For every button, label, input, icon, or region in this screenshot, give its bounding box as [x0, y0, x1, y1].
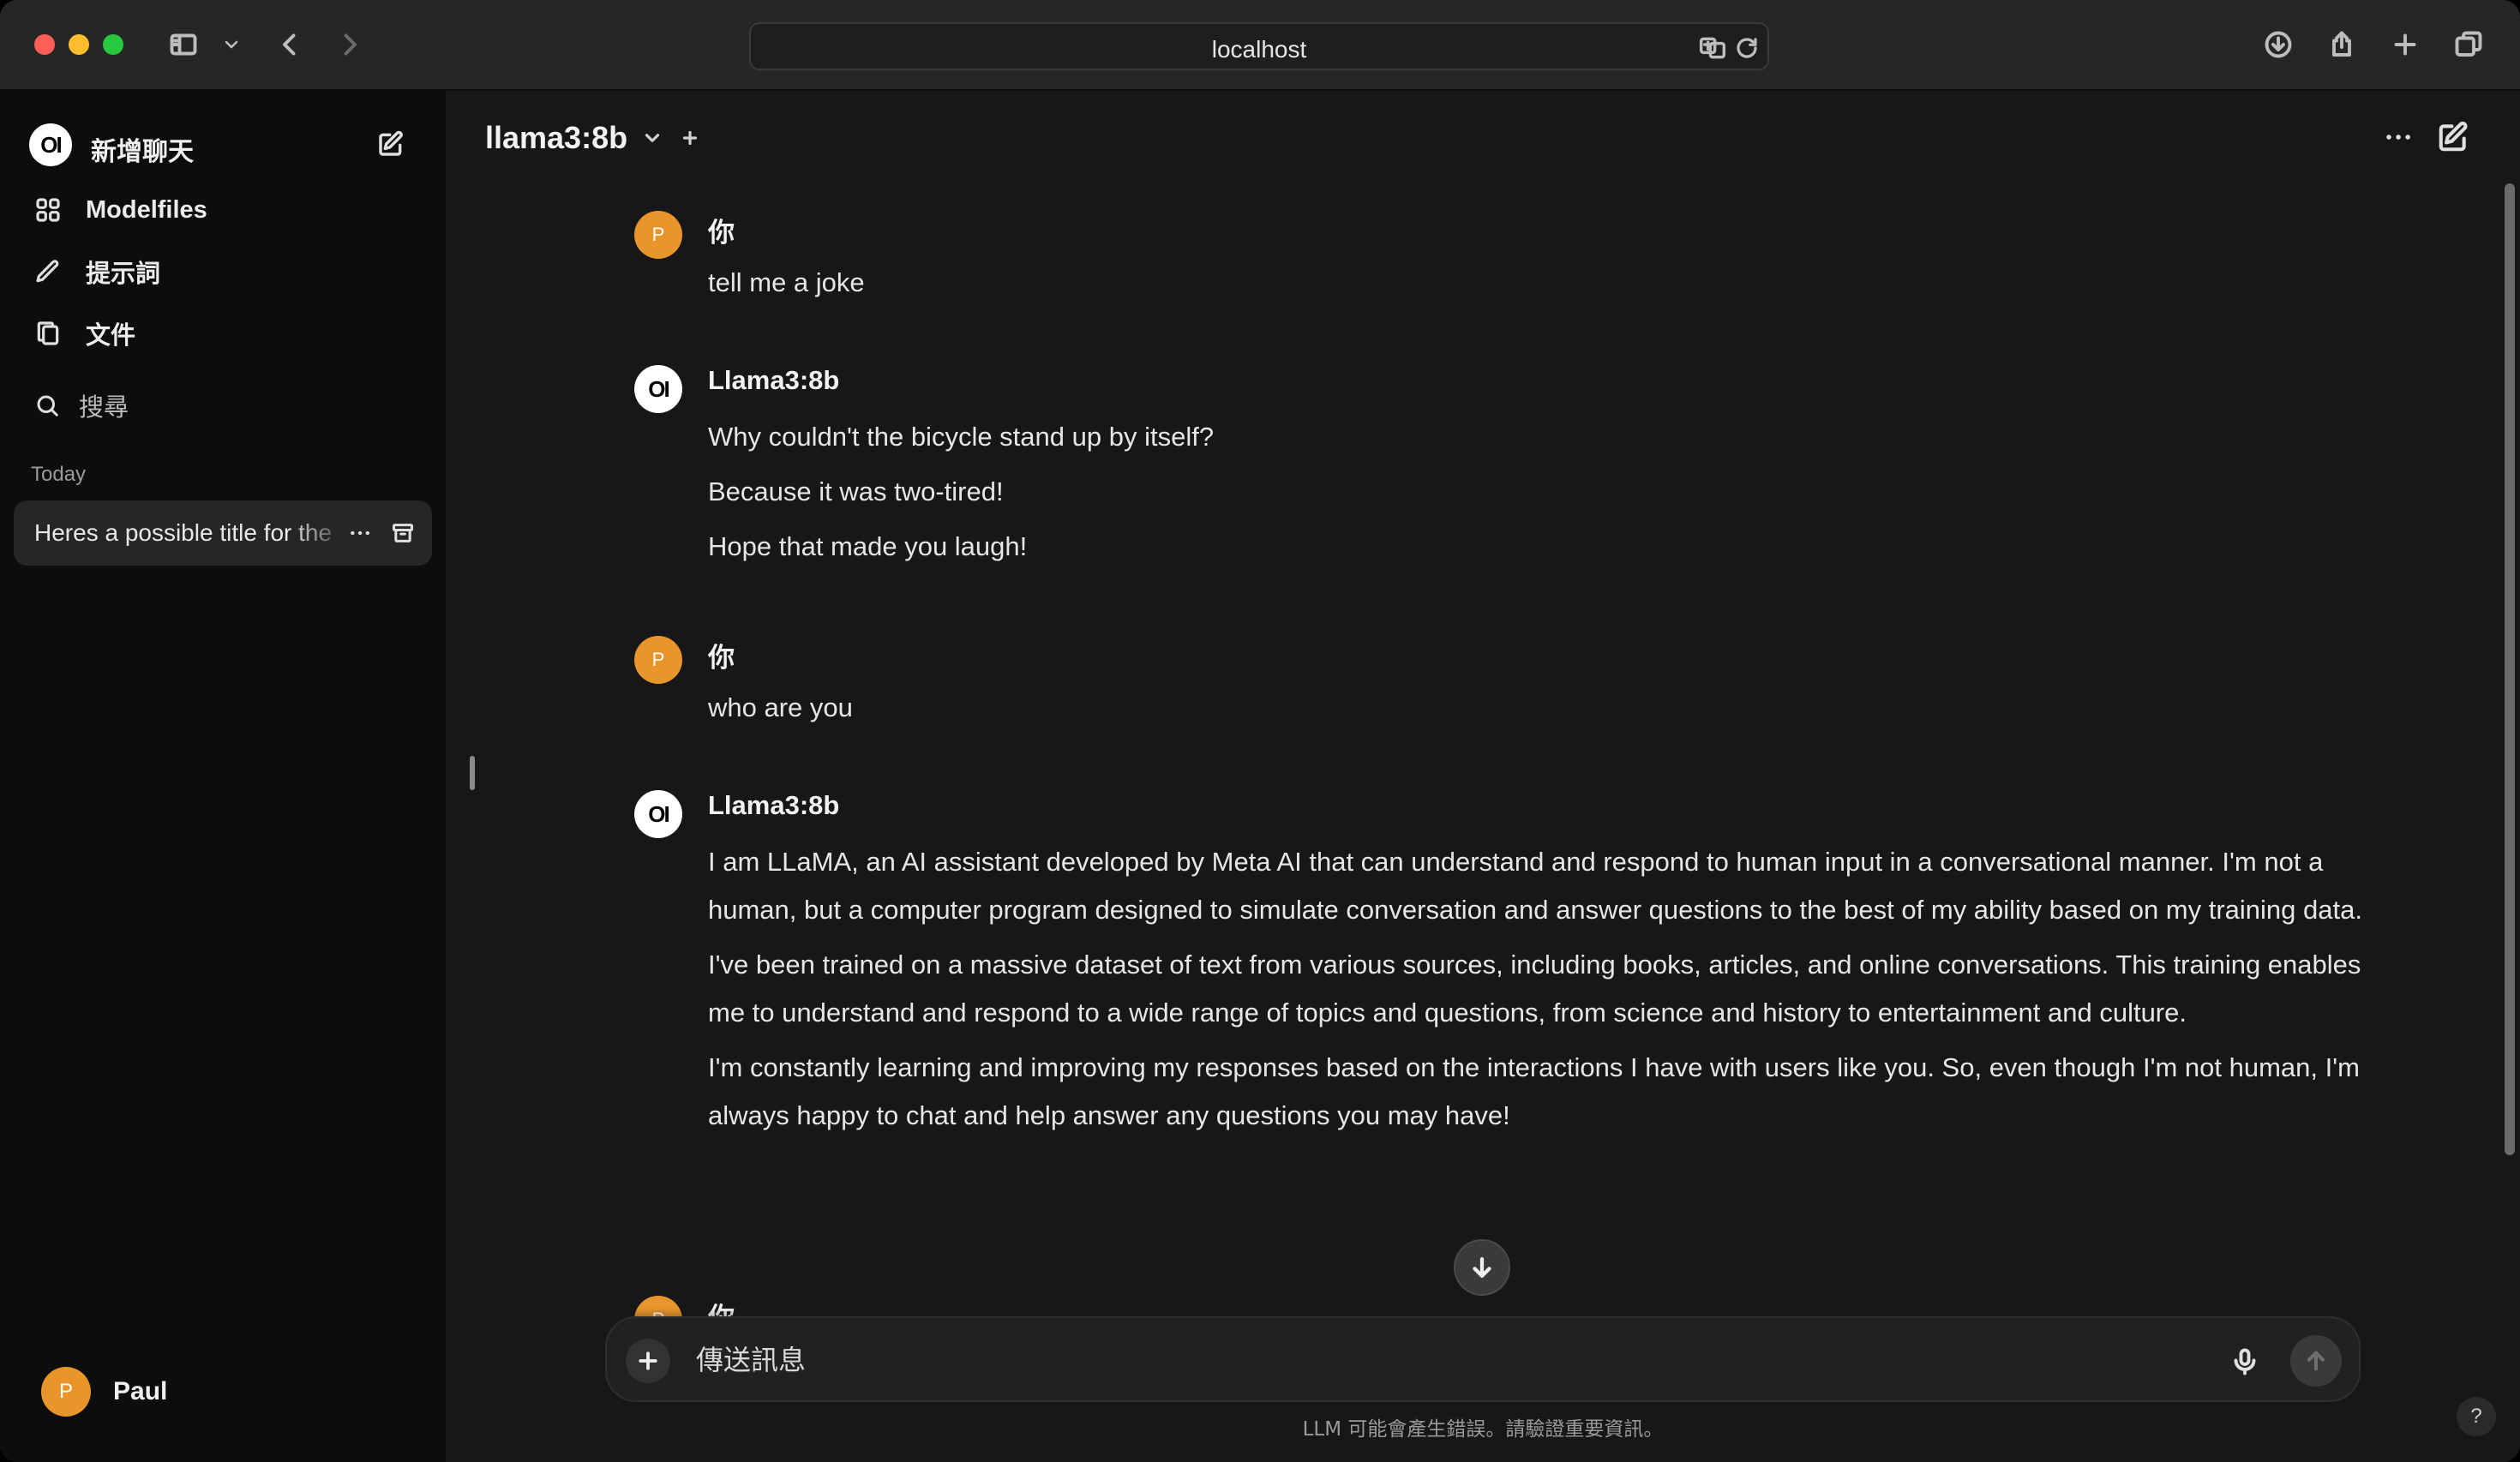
- add-model-icon[interactable]: [679, 127, 701, 149]
- section-today: Today: [31, 463, 87, 486]
- scrollbar[interactable]: [2505, 183, 2515, 1155]
- back-icon[interactable]: [271, 26, 309, 63]
- message-paragraph: who are you: [708, 692, 853, 722]
- minimize-window-button[interactable]: [69, 34, 89, 55]
- tab-overview-icon[interactable]: [2450, 26, 2487, 63]
- more-options-icon[interactable]: [339, 512, 381, 554]
- share-icon[interactable]: [2323, 26, 2361, 63]
- message-paragraph: I've been trained on a massive dataset o…: [708, 950, 2361, 1028]
- user-name: Paul: [113, 1377, 168, 1405]
- new-chat-label[interactable]: 新增聊天: [91, 130, 194, 168]
- address-bar[interactable]: localhost: [749, 22, 1769, 70]
- message-paragraph: I'm constantly learning and improving my…: [708, 1052, 2360, 1130]
- model-avatar: OI: [634, 790, 682, 838]
- sidebar-item-label: Modelfiles: [86, 195, 207, 224]
- sidebar-item-prompts[interactable]: 提示詞: [34, 250, 160, 293]
- pencil-icon: [36, 260, 59, 283]
- downloads-icon[interactable]: [2259, 26, 2297, 63]
- message-paragraph: I am LLaMA, an AI assistant developed by…: [708, 847, 2362, 925]
- archive-icon[interactable]: [382, 512, 423, 554]
- sidebar-item-modelfiles[interactable]: Modelfiles: [34, 189, 207, 231]
- new-chat-icon[interactable]: [2433, 117, 2474, 158]
- message-composer: [605, 1316, 2361, 1402]
- app-logo[interactable]: OI: [29, 123, 72, 166]
- chat-main: llama3:8b P 你 tell me a joke OI Llama3:8…: [446, 91, 2520, 1462]
- modelfiles-icon: [36, 198, 60, 222]
- maximize-window-button[interactable]: [103, 34, 123, 55]
- search-icon: [37, 395, 58, 416]
- message-body: tell me a joke: [708, 259, 2388, 314]
- browser-toolbar: localhost: [0, 0, 2520, 91]
- message-paragraph: Why couldn't the bicycle stand up by its…: [708, 422, 1215, 452]
- documents-icon: [37, 321, 59, 345]
- new-chat-icon[interactable]: [370, 123, 411, 165]
- message-paragraph: tell me a joke: [708, 267, 865, 297]
- forward-icon[interactable]: [331, 26, 369, 63]
- message-author: 你: [708, 643, 735, 673]
- chat-list-item[interactable]: Heres a possible title for the: [14, 500, 432, 566]
- arrow-up-icon: [2307, 1351, 2325, 1371]
- sidebar-item-label: 提示詞: [86, 261, 161, 288]
- message-body: Why couldn't the bicycle stand up by its…: [708, 413, 2388, 578]
- voice-input-button[interactable]: [2223, 1340, 2266, 1383]
- chat-options-icon[interactable]: [2378, 117, 2419, 158]
- disclaimer: LLM 可能會產生錯誤。請驗證重要資訊。: [1302, 1418, 1664, 1441]
- help-button[interactable]: ?: [2457, 1397, 2496, 1436]
- arrow-down-icon: [1473, 1256, 1491, 1279]
- close-window-button[interactable]: [34, 34, 55, 55]
- message-author: Llama3:8b: [708, 790, 840, 820]
- browser-window: localhost OI 新增聊天 Modelfiles 提示詞 文件 搜尋 T…: [0, 0, 2520, 1462]
- sidebar-resize-handle[interactable]: [470, 756, 475, 790]
- model-avatar: OI: [634, 365, 682, 413]
- message-body: who are you: [708, 684, 2388, 739]
- sidebar-toggle-icon[interactable]: [165, 26, 202, 63]
- user-menu[interactable]: P Paul: [41, 1366, 167, 1417]
- send-button[interactable]: [2290, 1335, 2342, 1387]
- message-author: 你: [708, 218, 735, 248]
- plus-icon: [639, 1351, 657, 1370]
- new-tab-icon[interactable]: [2386, 26, 2424, 63]
- attach-button[interactable]: [626, 1339, 670, 1383]
- reload-icon[interactable]: [1728, 29, 1766, 67]
- sidebar-item-documents[interactable]: 文件: [34, 312, 135, 355]
- model-selector[interactable]: llama3:8b: [485, 120, 701, 156]
- chevron-down-icon[interactable]: [214, 26, 249, 63]
- chat-title: Heres a possible title for the: [34, 519, 333, 546]
- message-input[interactable]: [696, 1340, 2205, 1380]
- scroll-to-bottom-button[interactable]: [1454, 1239, 1510, 1296]
- avatar: P: [634, 211, 682, 259]
- message-paragraph: Because it was two-tired!: [708, 476, 1004, 506]
- message-body: I am LLaMA, an AI assistant developed by…: [708, 838, 2388, 1147]
- sidebar: OI 新增聊天 Modelfiles 提示詞 文件 搜尋 Today Heres…: [0, 91, 446, 1462]
- message-author: Llama3:8b: [708, 365, 840, 395]
- translate-icon[interactable]: [1694, 29, 1731, 67]
- microphone-icon: [2234, 1348, 2256, 1375]
- message-paragraph: Hope that made you laugh!: [708, 531, 1028, 561]
- avatar: P: [41, 1367, 91, 1417]
- search-label: 搜尋: [79, 394, 129, 422]
- chevron-down-icon: [645, 134, 660, 142]
- avatar: P: [634, 636, 682, 684]
- address-text: localhost: [1211, 36, 1307, 63]
- sidebar-item-label: 文件: [86, 322, 136, 350]
- model-name: llama3:8b: [485, 120, 628, 155]
- sidebar-search[interactable]: 搜尋: [34, 384, 129, 427]
